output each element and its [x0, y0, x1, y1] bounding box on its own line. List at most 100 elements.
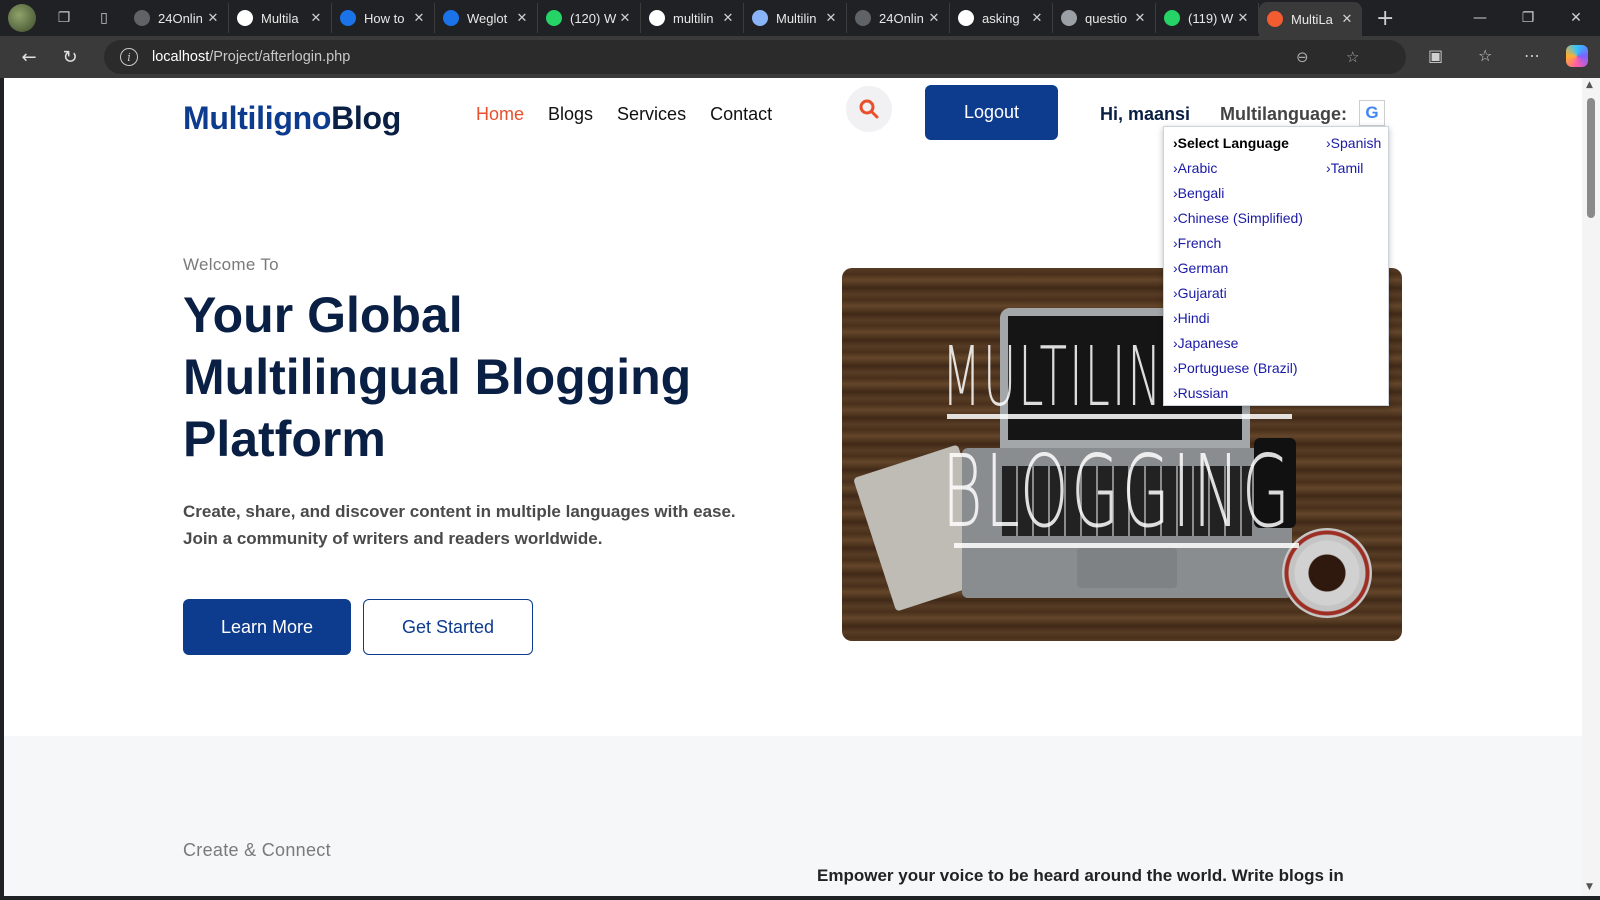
close-window-icon[interactable]: ✕ — [1552, 0, 1600, 36]
tab-strip: 24Onlin ✕ Multila ✕ How to ✕ Weglot ✕ (120) W ✕ mu… — [126, 0, 1362, 36]
browser-tab[interactable]: questio ✕ — [1053, 3, 1156, 33]
tab-close-icon[interactable]: ✕ — [824, 11, 838, 26]
site-info-icon[interactable]: i — [120, 48, 138, 66]
browser-tab[interactable]: How to ✕ — [332, 3, 435, 33]
get-started-button[interactable]: Get Started — [363, 599, 533, 655]
split-screen-icon[interactable]: ▣ — [1428, 46, 1443, 65]
page-scrollbar[interactable]: ▲ ▼ — [1582, 78, 1600, 896]
tab-favicon-icon — [1267, 11, 1283, 27]
tab-label: Multila — [261, 10, 299, 26]
tab-label: multilin — [673, 10, 714, 26]
more-menu-icon[interactable]: ⋯ — [1524, 46, 1540, 65]
page-viewport: MultilignoBlog Home Blogs Services Conta… — [4, 78, 1582, 896]
browser-tab[interactable]: 24Onlin ✕ — [126, 3, 229, 33]
scroll-thumb[interactable] — [1587, 98, 1595, 218]
browser-tab[interactable]: Multilin ✕ — [744, 3, 847, 33]
language-option[interactable]: ›Portuguese (Brazil) — [1173, 358, 1303, 383]
favorites-icon[interactable]: ☆ — [1478, 46, 1492, 65]
create-connect-section: Create & Connect Empower your voice to b… — [4, 736, 1582, 896]
browser-tab[interactable]: Multila ✕ — [229, 3, 332, 33]
google-translate-icon[interactable]: G — [1359, 100, 1385, 126]
tab-label: How to — [364, 10, 405, 26]
search-button[interactable] — [846, 86, 892, 132]
tab-close-icon[interactable]: ✕ — [206, 11, 220, 26]
language-column-2: ›Spanish ›Tamil — [1326, 133, 1381, 183]
favorite-star-icon[interactable]: ☆ — [1346, 48, 1359, 66]
vertical-tabs-icon[interactable]: ▯ — [92, 6, 116, 30]
tab-close-icon[interactable]: ✕ — [1030, 11, 1044, 26]
language-option[interactable]: ›Chinese (Simplified) — [1173, 208, 1303, 233]
back-icon[interactable]: ← — [17, 45, 41, 69]
tab-close-icon[interactable]: ✕ — [309, 11, 323, 26]
restore-icon[interactable]: ❐ — [1504, 0, 1552, 36]
language-option[interactable]: ›Russian — [1173, 383, 1303, 408]
profile-avatar[interactable] — [8, 4, 36, 32]
reading-mode-icon[interactable]: ⊖ — [1296, 48, 1309, 66]
welcome-text: Welcome To — [183, 255, 279, 274]
tab-close-icon[interactable]: ✕ — [412, 11, 426, 26]
browser-tab[interactable]: (119) W ✕ — [1156, 3, 1259, 33]
workspaces-icon[interactable]: ❐ — [52, 6, 76, 30]
headline-bold: Your — [183, 287, 294, 343]
headline-line3: Platform — [183, 411, 386, 467]
tab-label: 24Onlin — [158, 10, 203, 26]
browser-tab[interactable]: multilin ✕ — [641, 3, 744, 33]
logo-part1: Multiligno — [183, 100, 332, 136]
copilot-icon[interactable] — [1566, 45, 1588, 67]
tab-close-icon[interactable]: ✕ — [515, 11, 529, 26]
site-logo[interactable]: MultilignoBlog — [183, 100, 401, 137]
tab-label: (119) W — [1188, 10, 1234, 26]
logo-part2: Blog — [331, 100, 401, 136]
url-input[interactable]: i localhost/Project/afterlogin.php ⊖ ☆ — [104, 40, 1406, 74]
tab-close-icon[interactable]: ✕ — [1133, 11, 1147, 26]
browser-tab[interactable]: 24Onlin ✕ — [847, 3, 950, 33]
tab-close-icon[interactable]: ✕ — [927, 11, 941, 26]
browser-tab[interactable]: (120) W ✕ — [538, 3, 641, 33]
tab-close-icon[interactable]: ✕ — [721, 11, 735, 26]
scroll-up-icon[interactable]: ▲ — [1586, 80, 1593, 90]
tab-label: MultiLa — [1291, 11, 1333, 27]
tab-label: (120) W — [570, 10, 617, 26]
language-option[interactable]: ›Japanese — [1173, 333, 1303, 358]
learn-more-button[interactable]: Learn More — [183, 599, 351, 655]
tab-close-icon[interactable]: ✕ — [1340, 12, 1354, 27]
logout-button[interactable]: Logout — [925, 85, 1058, 140]
headline-rest: Global — [293, 287, 463, 343]
main-nav: Home Blogs Services Contact — [476, 104, 772, 125]
language-option[interactable]: ›Bengali — [1173, 183, 1303, 208]
new-tab-icon[interactable]: + — [1376, 6, 1394, 31]
nav-home[interactable]: Home — [476, 104, 524, 125]
tab-close-icon[interactable]: ✕ — [1236, 11, 1250, 26]
language-option[interactable]: ›Arabic — [1173, 158, 1303, 183]
language-option[interactable]: ›Spanish — [1326, 133, 1381, 158]
language-option[interactable]: ›French — [1173, 233, 1303, 258]
minimize-icon[interactable]: — — [1456, 0, 1504, 36]
browser-tab[interactable]: asking ✕ — [950, 3, 1053, 33]
language-option[interactable]: ›Tamil — [1326, 158, 1381, 183]
tab-favicon-icon — [546, 10, 562, 26]
tab-favicon-icon — [752, 10, 768, 26]
tab-favicon-icon — [443, 10, 459, 26]
tab-favicon-icon — [855, 10, 871, 26]
tab-favicon-icon — [237, 10, 253, 26]
language-option[interactable]: ›German — [1173, 258, 1303, 283]
language-option[interactable]: ›Gujarati — [1173, 283, 1303, 308]
refresh-icon[interactable]: ↻ — [58, 45, 82, 69]
tab-label: asking — [982, 10, 1020, 26]
language-option[interactable]: ›Hindi — [1173, 308, 1303, 333]
hero-description: Create, share, and discover content in m… — [183, 502, 736, 548]
scroll-down-icon[interactable]: ▼ — [1586, 882, 1593, 892]
browser-tab-bar: ❐ ▯ 24Onlin ✕ Multila ✕ How to ✕ Weglot ✕ (120) … — [0, 0, 1600, 36]
tab-favicon-icon — [958, 10, 974, 26]
nav-contact[interactable]: Contact — [710, 104, 772, 125]
tab-close-icon[interactable]: ✕ — [618, 11, 632, 26]
nav-services[interactable]: Services — [617, 104, 686, 125]
tab-favicon-icon — [340, 10, 356, 26]
nav-blogs[interactable]: Blogs — [548, 104, 593, 125]
headline-line2: Multilingual Blogging — [183, 349, 692, 405]
language-option[interactable]: ›Select Language — [1173, 133, 1303, 158]
language-column-1: ›Select Language ›Arabic ›Bengali ›Chinese … — [1173, 133, 1303, 408]
tab-label: questio — [1085, 10, 1127, 26]
browser-tab[interactable]: MultiLa ✕ — [1259, 2, 1362, 36]
browser-tab[interactable]: Weglot ✕ — [435, 3, 538, 33]
